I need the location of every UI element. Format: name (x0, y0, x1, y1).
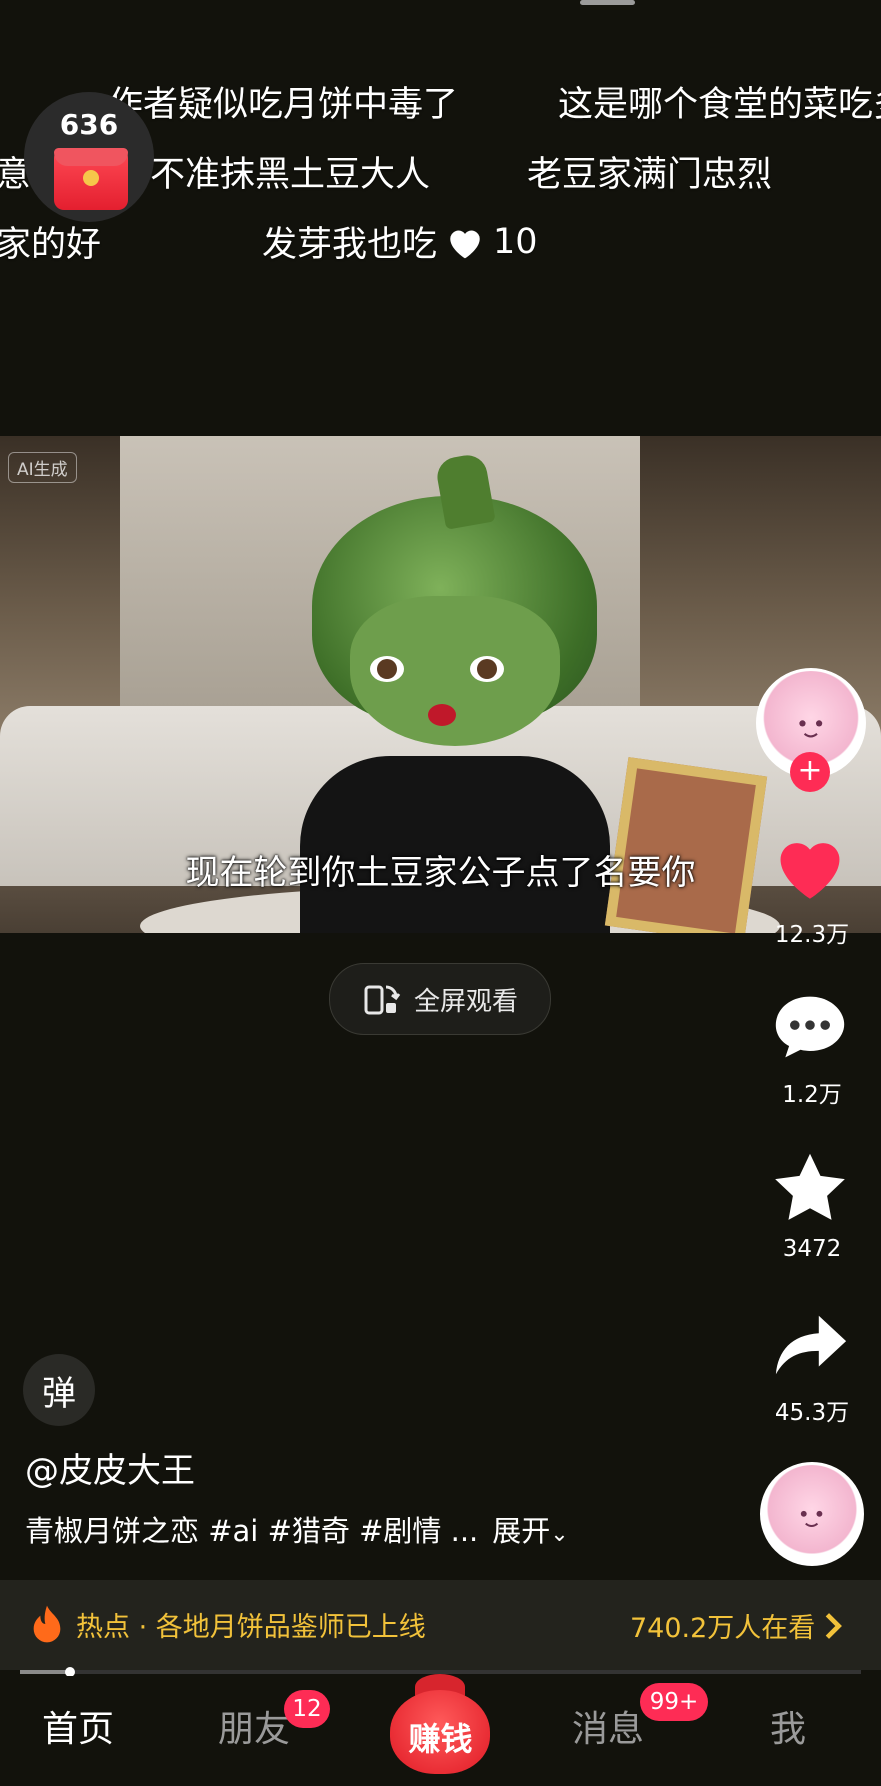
follow-button[interactable]: + (790, 752, 830, 792)
danmaku-like-count: 10 (493, 221, 538, 262)
tab-me[interactable]: 我 (770, 1700, 806, 1752)
danmaku-item-liked[interactable]: 发芽我也吃 10 (262, 216, 538, 267)
tab-earn[interactable]: 赚钱 (388, 1670, 493, 1780)
chevron-down-icon: ⌄ (550, 1522, 569, 1547)
avatar-face-icon (799, 719, 823, 738)
expand-button[interactable]: 展开⌄ (492, 1514, 568, 1548)
like-count: 12.3万 (774, 922, 850, 948)
favorite-button[interactable] (772, 1150, 852, 1230)
music-disc-avatar[interactable] (760, 1462, 864, 1566)
music-disc-icon (801, 1511, 823, 1528)
danmaku-item: 不准抹黑土豆大人 (150, 155, 431, 195)
video-eye (370, 656, 404, 682)
heart-icon (780, 843, 840, 899)
comment-icon (775, 996, 845, 1058)
fullscreen-label: 全屏观看 (413, 986, 518, 1017)
video-eye (470, 656, 504, 682)
favorite-count: 3472 (782, 1236, 842, 1262)
danmaku-item: 老豆家满门忠烈 (527, 155, 773, 195)
author-name[interactable]: @皮皮大王 (25, 1443, 195, 1492)
heart-icon (450, 230, 480, 258)
red-packet-icon (54, 148, 128, 210)
tab-messages[interactable]: 消息 (572, 1700, 644, 1752)
danmu-toggle-button[interactable]: 弹 (23, 1354, 95, 1426)
chevron-right-icon (826, 1612, 843, 1639)
friends-badge: 12 (284, 1690, 330, 1728)
comment-button[interactable] (772, 990, 852, 1070)
share-arrow-icon (775, 1315, 847, 1375)
video-lips (428, 704, 456, 726)
video-progress-fill (20, 1670, 71, 1674)
post-description: 青椒月饼之恋 #ai #猎奇 #剧情 ... 展开⌄ (25, 1508, 569, 1550)
danmaku-item: 这是哪个食堂的菜吃多 (558, 85, 881, 125)
tab-friends[interactable]: 朋友 (218, 1700, 290, 1752)
red-packet-count: 636 (59, 108, 119, 141)
danmu-toggle-label: 弹 (42, 1373, 76, 1414)
share-count: 45.3万 (774, 1400, 850, 1426)
fullscreen-button[interactable]: 全屏观看 (329, 963, 551, 1035)
hot-topic-text: 热点 · 各地月饼品鉴师已上线 (76, 1611, 426, 1643)
danmaku-text: 发芽我也吃 (262, 225, 438, 265)
post-description-text: 青椒月饼之恋 #ai #猎奇 #剧情 ... (25, 1514, 479, 1548)
danmaku-item: 作者疑似吃月饼中毒了 (108, 85, 459, 125)
comment-count: 1.2万 (782, 1082, 842, 1108)
share-button[interactable] (772, 1310, 852, 1390)
rotate-screen-icon (364, 985, 401, 1015)
expand-label: 展开 (492, 1514, 551, 1548)
messages-badge: 99+ (640, 1683, 708, 1721)
video-subtitle: 现在轮到你土豆家公子点了名要你 (185, 853, 696, 893)
ai-generated-tag: AI生成 (8, 452, 77, 483)
hot-viewers-text: 740.2万人在看 (630, 1613, 816, 1644)
tab-earn-label: 赚钱 (408, 1720, 473, 1758)
red-packet-widget[interactable]: 636 (24, 92, 154, 222)
like-button[interactable] (770, 830, 860, 910)
hot-topic[interactable]: 热点 · 各地月饼品鉴师已上线 (30, 1604, 426, 1644)
danmaku-item: 家的好 (0, 225, 102, 265)
hot-viewers[interactable]: 740.2万人在看 (630, 1606, 843, 1645)
flame-icon (33, 1605, 61, 1643)
star-icon (775, 1153, 845, 1220)
tab-home[interactable]: 首页 (42, 1700, 114, 1752)
drag-handle[interactable] (580, 0, 635, 5)
